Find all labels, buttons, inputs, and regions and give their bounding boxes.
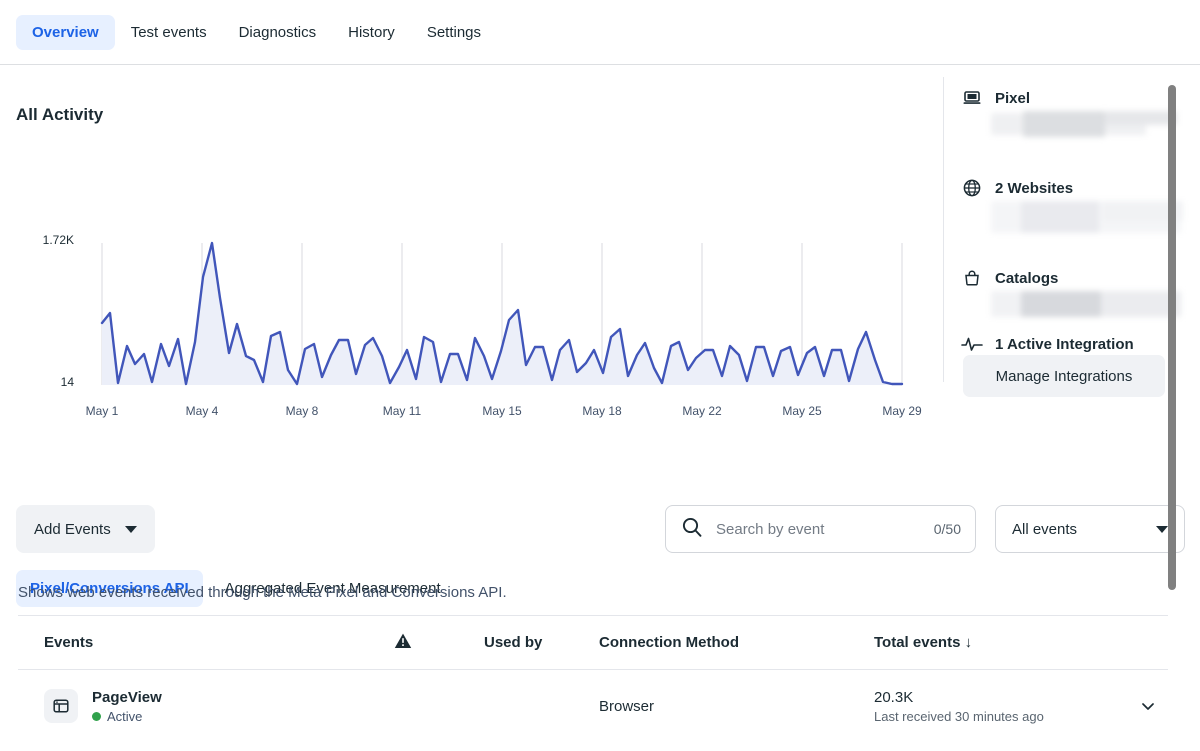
tab-history[interactable]: History [332, 15, 411, 50]
events-description: Shows web events received through the Me… [18, 584, 507, 601]
sidebar-item-websites[interactable]: 2 Websites [961, 177, 1073, 199]
warning-icon [394, 632, 412, 654]
column-header-connection-method[interactable]: Connection Method [593, 634, 868, 651]
event-filter-select[interactable]: All events [995, 505, 1185, 553]
row-expand-button[interactable] [1108, 696, 1168, 716]
activity-chart: 1.72K 14 [0, 160, 943, 370]
primary-tab-bar: Overview Test events Diagnostics History… [0, 0, 1200, 65]
x-tick: May 22 [682, 404, 721, 418]
sidebar-item-label: 2 Websites [995, 180, 1073, 197]
sidebar-item-label: Catalogs [995, 270, 1058, 287]
events-table-header: Events Used by Connection Method Total e… [18, 615, 1168, 670]
row-total-cell: 20.3K Last received 30 minutes ago [868, 688, 1108, 723]
search-input[interactable] [716, 521, 922, 538]
redacted-catalogs-value [991, 291, 1146, 317]
column-header-total-events[interactable]: Total events ↓ [868, 634, 1108, 651]
tab-settings[interactable]: Settings [411, 15, 497, 50]
x-tick: May 15 [482, 404, 521, 418]
row-connection-cell: Browser [593, 698, 868, 715]
tab-diagnostics[interactable]: Diagnostics [223, 15, 333, 50]
add-events-label: Add Events [34, 521, 111, 538]
status-label: Active [107, 709, 142, 724]
manage-integrations-button[interactable]: Manage Integrations [963, 355, 1165, 397]
search-char-counter: 0/50 [934, 521, 961, 537]
events-table: Events Used by Connection Method Total e… [18, 615, 1168, 742]
pixel-overview-page: Overview Test events Diagnostics History… [0, 0, 1200, 751]
x-tick: May 18 [582, 404, 621, 418]
pulse-icon [961, 333, 983, 355]
sidebar-item-label: Pixel [995, 90, 1030, 107]
x-tick: May 8 [286, 404, 319, 418]
total-events-value: 20.3K [874, 688, 1102, 708]
x-tick: May 25 [782, 404, 821, 418]
chevron-down-icon [1138, 696, 1158, 716]
search-icon [680, 515, 704, 544]
laptop-icon [961, 87, 983, 109]
chart-svg [0, 160, 943, 400]
page-title: All Activity [16, 105, 103, 125]
status-badge: Active [92, 709, 162, 724]
sidebar-item-active-integration[interactable]: 1 Active Integration [961, 333, 1134, 355]
sidebar-item-catalogs[interactable]: Catalogs [961, 267, 1058, 289]
x-tick: May 29 [882, 404, 921, 418]
x-tick: May 1 [86, 404, 119, 418]
chevron-down-icon [1156, 526, 1168, 533]
browser-window-icon [44, 689, 78, 723]
sidebar-item-label: 1 Active Integration [995, 336, 1134, 353]
redacted-websites-value [991, 201, 1146, 233]
event-filter-value: All events [1012, 521, 1077, 538]
x-tick: May 11 [383, 404, 421, 418]
bag-icon [961, 267, 983, 289]
page-scrollbar[interactable] [1168, 85, 1176, 590]
column-header-events[interactable]: Events [18, 634, 388, 651]
row-event-cell: PageView Active [18, 688, 388, 723]
column-header-warning[interactable] [388, 632, 478, 654]
globe-icon [961, 177, 983, 199]
tab-test-events[interactable]: Test events [115, 15, 223, 50]
chevron-down-icon [125, 526, 137, 533]
status-dot-icon [92, 712, 101, 721]
chart-x-axis: May 1 May 4 May 8 May 11 May 15 May 18 M… [0, 404, 943, 424]
search-event-box[interactable]: 0/50 [665, 505, 976, 553]
column-header-used-by[interactable]: Used by [478, 634, 593, 651]
event-name: PageView [92, 689, 162, 706]
sidebar-item-pixel[interactable]: Pixel [961, 87, 1030, 109]
last-received-label: Last received 30 minutes ago [874, 709, 1102, 724]
add-events-button[interactable]: Add Events [16, 505, 155, 553]
x-tick: May 4 [186, 404, 219, 418]
tab-overview[interactable]: Overview [16, 15, 115, 50]
table-row[interactable]: PageView Active Browser 20.3K Last recei… [18, 670, 1168, 742]
redacted-pixel-value [991, 111, 1146, 137]
events-controls: Add Events 0/50 All events [0, 505, 1200, 561]
